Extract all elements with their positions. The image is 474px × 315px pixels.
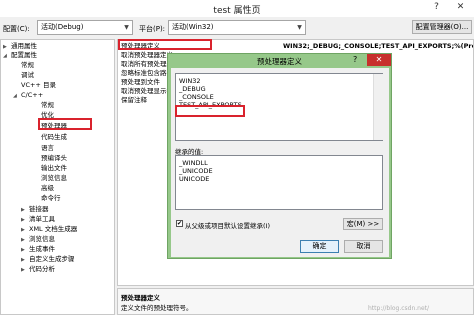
- tree-item-label: 常规: [21, 61, 34, 69]
- tree-item-label: C/C++: [21, 91, 44, 99]
- prop-name: 忽略标准包含路径: [121, 69, 173, 77]
- tree-item-config-properties[interactable]: ◢ 配置属性: [3, 51, 37, 60]
- dialog-body: WIN32 _DEBUG _CONSOLE TEST_API_EXPORTS 继…: [171, 68, 389, 257]
- tree-item-label: VC++ 目录: [21, 81, 56, 89]
- tree-item-label: 语言: [41, 144, 54, 152]
- expand-arrow-icon[interactable]: ▶: [21, 206, 29, 215]
- prop-name: 预处理到文件: [121, 78, 160, 86]
- config-label: 配置(C):: [3, 25, 30, 33]
- help-button[interactable]: ?: [424, 0, 449, 15]
- tree-item-label: 浏览信息: [29, 235, 55, 243]
- prop-name: 保留注释: [121, 96, 147, 104]
- ok-button[interactable]: 确定: [300, 240, 339, 253]
- tree-item-code-analysis[interactable]: ▶ 代码分析: [21, 265, 55, 274]
- tree-item-cpp[interactable]: ◢ C/C++: [13, 91, 43, 100]
- description-title: 预处理器定义: [121, 294, 160, 302]
- macros-button[interactable]: 宏(M) >>: [343, 218, 383, 230]
- tree-item-common-properties[interactable]: ▶ 通用属性: [3, 42, 37, 51]
- tree-item-code-generation[interactable]: 代码生成: [41, 133, 67, 142]
- editor-scrollbar[interactable]: [373, 74, 383, 140]
- definition-line: _DEBUG: [179, 85, 206, 93]
- highlight-frame-preprocessor-definitions: [118, 39, 212, 50]
- config-select-value: 活动(Debug): [41, 23, 84, 31]
- platform-select[interactable]: 活动(Win32) ▼: [168, 20, 306, 35]
- tree-item-label: 输出文件: [41, 164, 67, 172]
- definition-line: WIN32: [179, 77, 201, 85]
- tree-item-general[interactable]: 常规: [21, 61, 34, 70]
- tree-item-label: 配置属性: [11, 51, 37, 59]
- chevron-down-icon: ▼: [297, 24, 302, 31]
- expand-arrow-icon[interactable]: ▶: [21, 246, 29, 255]
- tree-item-label: 通用属性: [11, 42, 37, 50]
- tree-item-label: 生成事件: [29, 245, 55, 253]
- inherit-checkbox-label[interactable]: 从父级或项目默认设置继承(I): [185, 220, 270, 230]
- tree-item-label: 调试: [21, 71, 34, 79]
- tree-item-language[interactable]: 语言: [41, 144, 54, 153]
- expand-arrow-icon[interactable]: ▶: [21, 236, 29, 245]
- watermark: http://blog.csdn.net/: [368, 305, 430, 312]
- highlight-frame-preprocessor: [38, 118, 92, 130]
- expand-arrow-icon[interactable]: ▶: [21, 216, 29, 225]
- platform-label: 平台(P):: [139, 25, 166, 33]
- cancel-button[interactable]: 取消: [344, 240, 383, 253]
- tree-item-browse-information[interactable]: ▶ 浏览信息: [21, 235, 55, 244]
- tree-item-build-events[interactable]: ▶ 生成事件: [21, 245, 55, 254]
- property-tree: ▶ 通用属性 ◢ 配置属性 常规 调试 VC++ 目录 ◢ C/C++ 常规 优化 预…: [0, 39, 115, 315]
- tree-item-label: 自定义生成步骤: [29, 255, 75, 263]
- inherited-value: UNICODE: [179, 175, 210, 183]
- config-select[interactable]: 活动(Debug) ▼: [37, 20, 133, 35]
- inherited-value: _UNICODE: [179, 167, 213, 175]
- tree-item-advanced[interactable]: 高级: [41, 184, 54, 193]
- tree-item-label: 链接器: [29, 205, 49, 213]
- platform-select-value: 活动(Win32): [172, 23, 214, 31]
- prop-name: 取消预处理器定义: [121, 51, 173, 59]
- tree-item-linker[interactable]: ▶ 链接器: [21, 205, 49, 214]
- tree-item-debugging[interactable]: 调试: [21, 71, 34, 80]
- inherited-values-list: _WINDLL _UNICODE UNICODE: [175, 155, 383, 210]
- tree-item-command-line[interactable]: 命令行: [41, 194, 61, 203]
- config-manager-button[interactable]: 配置管理器(O)...: [412, 20, 472, 34]
- dialog-close-button[interactable]: ✕: [367, 54, 391, 66]
- tree-item-vc-directories[interactable]: VC++ 目录: [21, 81, 56, 90]
- inherit-checkbox[interactable]: ✔: [176, 220, 183, 227]
- config-row: 配置(C): 活动(Debug) ▼ 平台(P): 活动(Win32) ▼ 配置…: [0, 17, 474, 39]
- tree-item-browse-info[interactable]: 浏览信息: [41, 174, 67, 183]
- close-button[interactable]: ✕: [448, 0, 473, 15]
- tree-item-custom-build-step[interactable]: ▶ 自定义生成步骤: [21, 255, 75, 264]
- dialog-title: 预处理器定义: [257, 57, 302, 66]
- tree-item-label: 命令行: [41, 194, 61, 202]
- tree-item-label: 预编译头: [41, 154, 67, 162]
- preprocessor-definitions-dialog: 预处理器定义 ? ✕ WIN32 _DEBUG _CONSOLE TEST_AP…: [167, 53, 392, 259]
- tree-item-label: 常规: [41, 101, 54, 109]
- tree-item-cpp-general[interactable]: 常规: [41, 101, 54, 110]
- tree-item-precompiled-headers[interactable]: 预编译头: [41, 154, 67, 163]
- description-text: 定义文件的预处理符号。: [121, 304, 193, 312]
- inherited-value: _WINDLL: [179, 159, 208, 167]
- collapse-arrow-icon[interactable]: ◢: [3, 52, 11, 61]
- dialog-help-button[interactable]: ?: [353, 55, 357, 64]
- expand-arrow-icon[interactable]: ▶: [21, 226, 29, 235]
- window-title: test 属性页: [213, 6, 261, 16]
- tree-item-xml-doc-generator[interactable]: ▶ XML 文档生成器: [21, 225, 77, 234]
- tree-item-label: 代码分析: [29, 265, 55, 273]
- chevron-down-icon: ▼: [124, 24, 129, 31]
- tree-item-label: 清单工具: [29, 215, 55, 223]
- tree-item-label: 高级: [41, 184, 54, 192]
- expand-arrow-icon[interactable]: ▶: [21, 256, 29, 265]
- tree-item-label: 浏览信息: [41, 174, 67, 182]
- tree-item-label: XML 文档生成器: [29, 225, 78, 233]
- definition-line: _CONSOLE: [179, 93, 214, 101]
- highlight-frame-test-api-exports: [175, 105, 245, 117]
- prop-value[interactable]: WIN32;_DEBUG;_CONSOLE;TEST_API_EXPORTS;%…: [283, 42, 473, 50]
- tree-item-label: 代码生成: [41, 133, 67, 141]
- tree-item-output-files[interactable]: 输出文件: [41, 164, 67, 173]
- expand-arrow-icon[interactable]: ▶: [21, 266, 29, 275]
- collapse-arrow-icon[interactable]: ◢: [13, 92, 21, 101]
- tree-item-manifest-tool[interactable]: ▶ 清单工具: [21, 215, 55, 224]
- title-bar: test 属性页 ? ✕: [0, 0, 474, 17]
